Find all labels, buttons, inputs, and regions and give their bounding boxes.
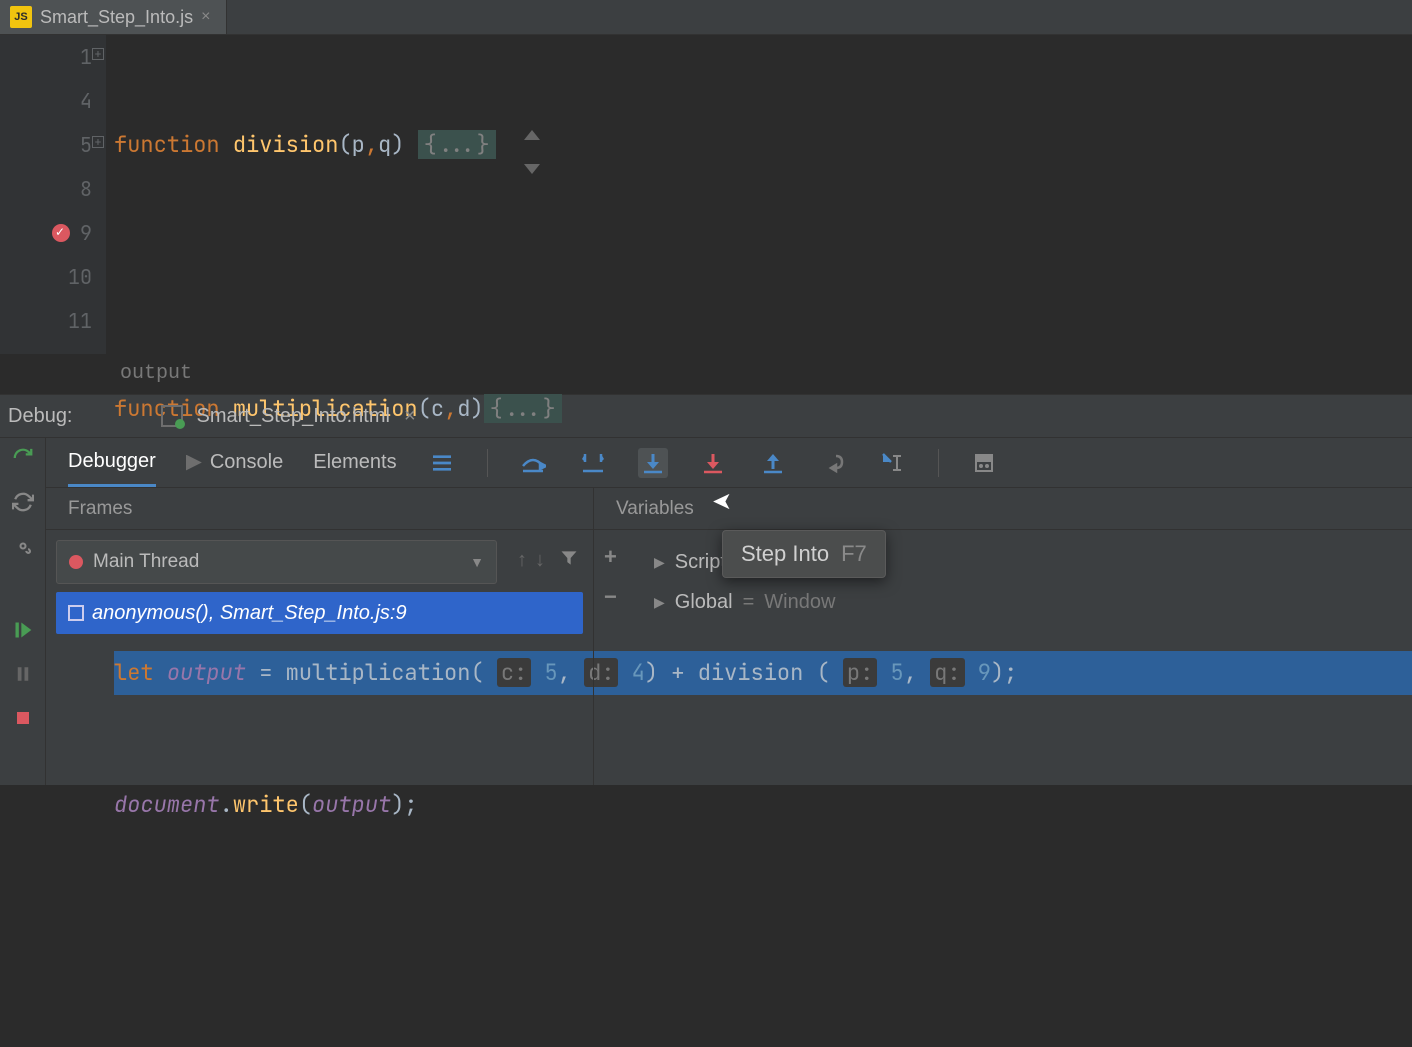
close-tab-icon[interactable]: ×	[201, 8, 210, 26]
stop-icon[interactable]	[11, 706, 35, 730]
tab-elements[interactable]: Elements	[313, 438, 396, 487]
fold-icon[interactable]: +	[92, 48, 104, 60]
thread-status-icon	[69, 555, 83, 569]
editor-tab-bar: JS Smart_Step_Into.js ×	[0, 0, 1412, 35]
code-area[interactable]: function division(p,q) {...} function mu…	[106, 35, 1412, 354]
tooltip-text: Step Into	[741, 541, 829, 567]
rerun-icon[interactable]	[11, 446, 35, 470]
html-file-icon	[161, 405, 183, 427]
resume-icon[interactable]	[11, 618, 35, 642]
file-tab-label: Smart_Step_Into.js	[40, 7, 193, 28]
frames-scroller[interactable]	[524, 130, 540, 174]
step-out-icon[interactable]	[758, 448, 788, 478]
debug-panel: Debugger Console Elements Frames Main T	[0, 438, 1412, 785]
step-into-selection-icon[interactable]	[578, 448, 608, 478]
expand-icon[interactable]: ▶	[654, 554, 665, 571]
frame-up-icon[interactable]: ↑	[517, 549, 527, 572]
js-file-icon: JS	[10, 6, 32, 28]
expand-icon[interactable]: ▶	[654, 594, 665, 611]
debug-tabs: Debugger Console Elements	[46, 438, 1412, 488]
variables-panel: Variables + − ▶ Script ▶ Global = Window	[594, 488, 1412, 785]
tab-console[interactable]: Console	[186, 438, 283, 487]
frames-header: Frames	[46, 488, 593, 530]
frame-icon	[68, 605, 84, 621]
step-into-tooltip: Step Into F7	[722, 530, 886, 578]
step-into-icon[interactable]	[638, 448, 668, 478]
remove-watch-icon[interactable]: −	[604, 584, 617, 610]
stack-frame[interactable]: anonymous(), Smart_Step_Into.js:9	[56, 592, 583, 634]
force-step-into-icon[interactable]	[698, 448, 728, 478]
evaluate-expression-icon[interactable]	[969, 448, 999, 478]
variable-name: Global	[675, 591, 733, 614]
reload-icon[interactable]	[11, 490, 35, 514]
chevron-down-icon: ▼	[470, 554, 484, 570]
threads-icon[interactable]	[427, 448, 457, 478]
step-over-icon[interactable]	[518, 448, 548, 478]
run-to-cursor-icon[interactable]	[878, 448, 908, 478]
variable-name: Script	[675, 551, 726, 574]
editor-gutter: 1+ 4 5+ 8 9 10 11	[0, 35, 106, 354]
code-editor[interactable]: 1+ 4 5+ 8 9 10 11 function division(p,q)…	[0, 35, 1412, 354]
debug-session-name: Smart_Step_Into.html	[197, 405, 390, 428]
frame-label: anonymous(), Smart_Step_Into.js:9	[92, 602, 407, 625]
variables-header: Variables	[594, 488, 1412, 530]
frame-down-icon[interactable]: ↓	[535, 549, 545, 572]
tooltip-shortcut: F7	[841, 541, 867, 567]
breakpoint-icon[interactable]	[52, 224, 70, 242]
close-session-icon[interactable]: ×	[404, 405, 416, 428]
tab-debugger[interactable]: Debugger	[68, 438, 156, 487]
variable-value: Window	[764, 591, 835, 614]
thread-name: Main Thread	[93, 551, 199, 573]
filter-icon[interactable]	[559, 548, 579, 573]
fold-icon[interactable]: +	[92, 136, 104, 148]
add-watch-icon[interactable]: +	[604, 544, 617, 570]
settings-icon[interactable]	[11, 534, 35, 558]
debug-sidebar	[0, 438, 46, 785]
thread-selector[interactable]: Main Thread ▼	[56, 540, 497, 584]
frames-panel: Frames Main Thread ▼ ↑ ↓	[46, 488, 594, 785]
pause-icon[interactable]	[11, 662, 35, 686]
play-icon	[186, 455, 202, 471]
drop-frame-icon[interactable]	[818, 448, 848, 478]
variable-row[interactable]: ▶ Global = Window	[654, 582, 1412, 622]
variables-tree[interactable]: ▶ Script ▶ Global = Window	[594, 530, 1412, 622]
debug-label: Debug:	[8, 405, 73, 428]
file-tab[interactable]: JS Smart_Step_Into.js ×	[0, 0, 227, 34]
